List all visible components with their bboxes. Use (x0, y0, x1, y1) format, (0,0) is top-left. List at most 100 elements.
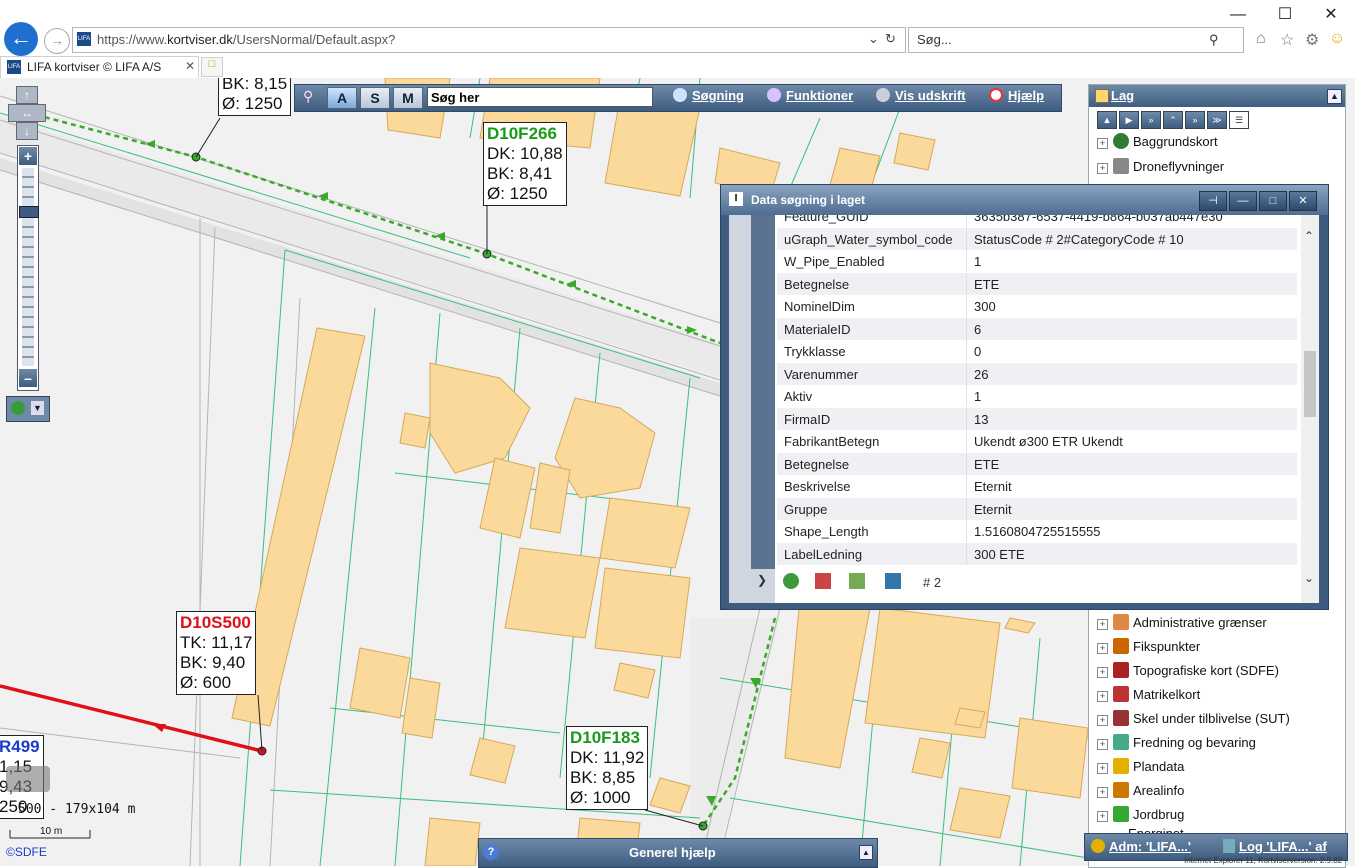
collapse-icon[interactable]: ▲ (1327, 89, 1342, 104)
basemap-selector[interactable]: ▼ (6, 396, 50, 422)
logout-link[interactable]: Log 'LIFA...' af (1239, 839, 1327, 854)
help-panel-bar[interactable]: ? Generel hjælp ▲ (478, 838, 878, 868)
menu-search[interactable]: Søgning (673, 88, 744, 103)
attribute-row[interactable]: Shape_Length 1.5160804725515555 (777, 520, 1297, 543)
search-icon[interactable]: ⚲ (1209, 32, 1219, 48)
layer-item[interactable]: + Arealinfo (1097, 781, 1184, 801)
expand-icon[interactable]: + (1097, 811, 1108, 822)
menu-functions[interactable]: Funktioner (767, 88, 853, 103)
attribute-row[interactable]: Gruppe Eternit (777, 497, 1297, 520)
layer-item[interactable]: + Droneflyvninger (1097, 157, 1224, 177)
attribute-row[interactable]: NominelDim 300 (777, 295, 1297, 318)
dialog-scrollbar[interactable]: ⌃ ⌄ (1301, 215, 1319, 603)
highlight-icon[interactable] (849, 573, 865, 589)
admin-link[interactable]: Adm: 'LIFA...' (1109, 839, 1191, 854)
layers-title[interactable]: Lag (1111, 88, 1134, 103)
close-window-button[interactable]: ✕ (1308, 4, 1354, 26)
layer-item[interactable]: + Fredning og bevaring (1097, 733, 1256, 753)
attribute-row[interactable]: uGraph_Water_symbol_code StatusCode # 2#C… (777, 227, 1297, 250)
new-tab-button[interactable]: □ (201, 57, 223, 77)
browser-tab[interactable]: LIFA LIFA kortviser © LIFA A/S ✕ (0, 56, 199, 79)
refresh-icon[interactable]: ↻ (885, 31, 896, 47)
attribute-row[interactable]: Trykklasse 0 (777, 340, 1297, 363)
attribute-row[interactable]: Betegnelse ETE (777, 272, 1297, 295)
list-icon[interactable]: ☰ (1229, 111, 1249, 129)
attribute-row[interactable]: FirmaID 13 (777, 407, 1297, 430)
globe-icon[interactable] (783, 573, 799, 589)
search-mode-a-button[interactable]: A (327, 87, 357, 109)
expand-icon[interactable]: + (1097, 163, 1108, 174)
expand-icon[interactable]: + (1097, 643, 1108, 654)
close-dialog-button[interactable]: ✕ (1289, 191, 1317, 211)
expand-icon[interactable]: + (1097, 763, 1108, 774)
expand-icon[interactable]: + (1097, 715, 1108, 726)
pan-up-icon[interactable]: ↑ (16, 86, 38, 104)
pin-button[interactable]: ⊣ (1199, 191, 1227, 211)
layer-item[interactable]: + Matrikelkort (1097, 685, 1200, 705)
zoom-search-icon[interactable]: ⚲ (303, 88, 323, 108)
expand-icon[interactable]: + (1097, 138, 1108, 149)
zoom-slider[interactable]: + – (17, 145, 39, 391)
settings-gear-icon[interactable]: ⚙ (1305, 30, 1319, 50)
expand-icon[interactable]: + (1097, 691, 1108, 702)
expand-icon[interactable]: ▲ (859, 845, 873, 860)
expand-icon[interactable]: + (1097, 619, 1108, 630)
minimize-button[interactable]: — (1215, 4, 1261, 26)
expand-icon[interactable]: + (1097, 739, 1108, 750)
back-button[interactable]: ← (4, 22, 38, 56)
layer-item[interactable]: + Topografiske kort (SDFE) (1097, 661, 1279, 681)
pan-handle[interactable] (6, 766, 50, 792)
menu-print[interactable]: Vis udskrift (876, 88, 966, 103)
expand-icon[interactable]: + (1097, 667, 1108, 678)
layer-item[interactable]: + Skel under tilblivelse (SUT) (1097, 709, 1290, 729)
layer-item[interactable]: + Baggrundskort (1097, 132, 1218, 152)
maximize-button[interactable]: ☐ (1262, 4, 1308, 26)
attribute-row[interactable]: Varenummer 26 (777, 362, 1297, 385)
zoom-thumb[interactable] (19, 206, 39, 218)
play-icon[interactable]: ▶ (1119, 111, 1139, 129)
minimize-dialog-button[interactable]: — (1229, 191, 1257, 211)
tab-close-icon[interactable]: ✕ (185, 59, 195, 73)
pan-down-icon[interactable]: ↓ (16, 122, 38, 140)
attribute-row[interactable]: LabelLedning 300 ETE (777, 542, 1297, 565)
layer-item[interactable]: + Jordbrug (1097, 805, 1184, 825)
attribute-row[interactable]: Beskrivelse Eternit (777, 475, 1297, 498)
zoom-out-button[interactable]: – (19, 369, 37, 387)
top-icon[interactable]: ⌃ (1163, 111, 1183, 129)
scroll-up-icon[interactable]: ⌃ (1304, 229, 1314, 243)
menu-help[interactable]: Hjælp (989, 88, 1044, 103)
zoom-track[interactable] (22, 168, 34, 366)
map-search-input[interactable]: Søg her (427, 87, 653, 107)
double-forward-icon[interactable]: » (1185, 111, 1205, 129)
chevron-down-icon[interactable]: ▼ (31, 401, 44, 415)
zoom-in-button[interactable]: + (19, 147, 37, 165)
attribute-row[interactable]: Feature_GUID 3635b387-6537-4419-b864-b037… (777, 215, 1297, 228)
layer-item[interactable]: + Administrative grænser (1097, 613, 1267, 633)
attribute-row[interactable]: MaterialeID 6 (777, 317, 1297, 340)
favorites-star-icon[interactable]: ☆ (1280, 30, 1294, 50)
pan-control[interactable]: ↑ ↔ ↓ (8, 86, 46, 140)
pan-left-right-icon[interactable]: ↔ (8, 104, 46, 122)
search-mode-s-button[interactable]: S (360, 87, 390, 109)
attribute-row[interactable]: W_Pipe_Enabled 1 (777, 250, 1297, 273)
attribute-row[interactable]: Betegnelse ETE (777, 452, 1297, 475)
zoom-to-icon[interactable] (815, 573, 831, 589)
attribute-row[interactable]: FabrikantBetegn Ukendt ø300 ETR Ukendt (777, 430, 1297, 453)
forward-icon[interactable]: » (1141, 111, 1161, 129)
scroll-down-icon[interactable]: ⌄ (1304, 571, 1314, 585)
browser-search-input[interactable]: Søg... ⚲ (908, 27, 1244, 53)
expand-record-icon[interactable]: ❯ (757, 573, 767, 587)
move-up-icon[interactable]: ▲ (1097, 111, 1117, 129)
maximize-dialog-button[interactable]: □ (1259, 191, 1287, 211)
smiley-feedback-icon[interactable]: ☺ (1329, 30, 1345, 48)
home-icon[interactable]: ⌂ (1256, 30, 1266, 48)
forward-button[interactable]: → (44, 28, 70, 54)
layer-item[interactable]: + Plandata (1097, 757, 1184, 777)
dialog-header[interactable]: I Data søgning i laget ⊣ — □ ✕ (721, 185, 1328, 215)
search-mode-m-button[interactable]: M (393, 87, 423, 109)
expand-icon[interactable]: + (1097, 787, 1108, 798)
address-bar[interactable]: LIFA https://www.kortviser.dk/UsersNorma… (72, 27, 906, 53)
attribute-row[interactable]: Aktiv 1 (777, 385, 1297, 408)
dropdown-icon[interactable]: ⌄ (868, 31, 879, 47)
select-icon[interactable] (885, 573, 901, 589)
